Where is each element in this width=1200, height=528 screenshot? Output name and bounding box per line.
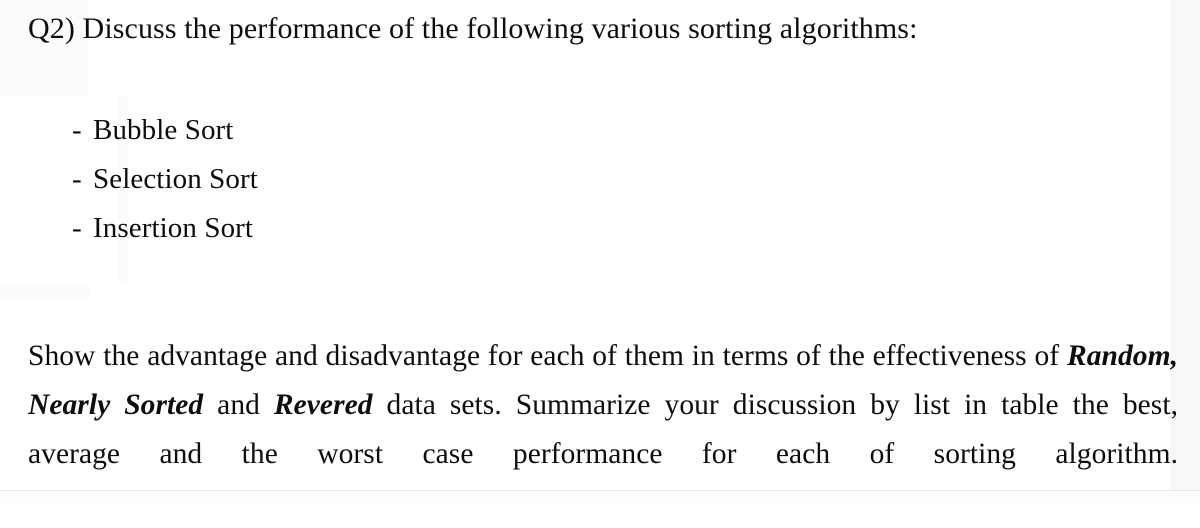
list-bullet-dash: - — [72, 163, 82, 195]
question-heading: Q2) Discuss the performance of the follo… — [28, 12, 918, 45]
emphasis-revered: Revered — [273, 388, 373, 421]
list-item-label: Insertion Sort — [93, 212, 254, 244]
list-item: - Selection Sort — [72, 155, 672, 204]
scan-tone-patch-right — [1176, 0, 1200, 502]
sorting-algorithm-list: - Bubble Sort - Selection Sort - Insertion … — [72, 106, 672, 253]
list-item: - Insertion Sort — [72, 204, 672, 253]
list-bullet-dash: - — [72, 212, 82, 244]
list-item-label: Selection Sort — [93, 163, 258, 195]
list-bullet-dash: - — [72, 114, 82, 146]
paragraph-segment-2: and — [203, 388, 274, 421]
list-item-label: Bubble Sort — [93, 114, 234, 146]
scan-tone-patch-lower-left — [0, 286, 90, 298]
page-bottom-margin — [0, 491, 1200, 502]
paragraph-segment-1: Show the advantage and disadvantage for … — [28, 339, 1067, 372]
list-item: - Bubble Sort — [72, 106, 672, 155]
